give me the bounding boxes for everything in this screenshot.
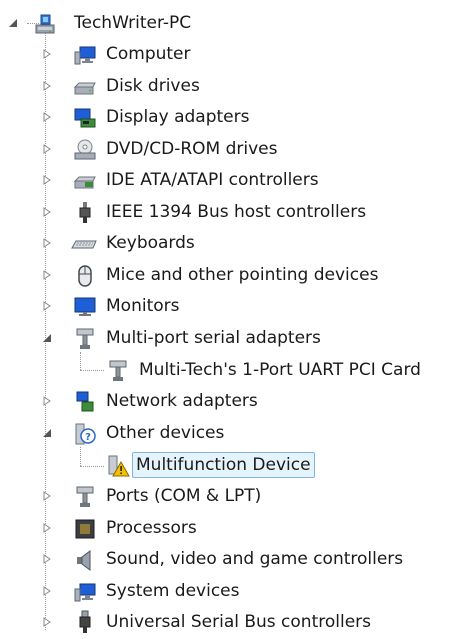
expand-arrow-icon[interactable]: [41, 237, 53, 249]
root-label[interactable]: TechWriter-PC: [70, 10, 195, 36]
tree-item-mice[interactable]: Mice and other pointing devices: [0, 261, 410, 289]
expand-arrow-icon[interactable]: [41, 80, 53, 92]
tree-item-disk-drives[interactable]: Disk drives: [0, 72, 220, 100]
tree-item-processors[interactable]: Processors: [0, 514, 220, 542]
tree-item-label[interactable]: Sound, video and game controllers: [102, 546, 407, 572]
tree-item-monitors[interactable]: Monitors: [0, 292, 220, 320]
tree-item-display-adapters[interactable]: Display adapters: [0, 103, 260, 131]
tree-item-ieee-1394[interactable]: IEEE 1394 Bus host controllers: [0, 198, 390, 226]
tree-item-label[interactable]: Universal Serial Bus controllers: [102, 609, 375, 635]
tree-item-label[interactable]: System devices: [102, 578, 244, 604]
display-adapter-icon: [73, 106, 96, 128]
expand-arrow-icon[interactable]: [41, 269, 53, 281]
processor-chip-icon: [73, 517, 95, 539]
tree-item-label[interactable]: Display adapters: [102, 104, 253, 130]
disk-drive-icon: [73, 75, 96, 97]
tree-item-label[interactable]: IDE ATA/ATAPI controllers: [102, 167, 323, 193]
tree-item-label[interactable]: Other devices: [102, 420, 228, 446]
tree-item-computer[interactable]: Computer: [0, 40, 220, 68]
expand-arrow-icon[interactable]: [41, 48, 53, 60]
tree-item-other-devices[interactable]: ? Other devices: [0, 419, 270, 447]
expand-arrow-icon[interactable]: [41, 585, 53, 597]
serial-port-icon: [73, 327, 95, 349]
tree-item-network-adapters[interactable]: Network adapters: [0, 387, 280, 415]
serial-port-icon: [106, 359, 128, 381]
tree-device-multi-tech-uart[interactable]: Multi-Tech's 1-Port UART PCI Card: [0, 356, 465, 384]
tree-root[interactable]: TechWriter-PC: [0, 9, 240, 37]
tree-item-multi-port-serial[interactable]: Multi-port serial adapters: [0, 324, 360, 352]
collapse-arrow-icon[interactable]: [7, 17, 19, 29]
speaker-icon: [73, 548, 95, 571]
device-tree: TechWriter-PC Computer Disk drives Displ…: [0, 0, 465, 636]
tree-item-label[interactable]: IEEE 1394 Bus host controllers: [102, 199, 370, 225]
expand-arrow-icon[interactable]: [41, 553, 53, 565]
tree-item-keyboards[interactable]: Keyboards: [0, 229, 220, 257]
collapse-arrow-icon[interactable]: [41, 332, 53, 344]
expand-arrow-icon[interactable]: [41, 143, 53, 155]
tree-item-label[interactable]: DVD/CD-ROM drives: [102, 136, 281, 162]
system-devices-icon: [73, 580, 96, 602]
expand-arrow-icon[interactable]: [41, 490, 53, 502]
computer-monitor-icon: [73, 43, 96, 65]
keyboard-icon: [71, 232, 97, 254]
tree-item-label[interactable]: Mice and other pointing devices: [102, 262, 382, 288]
tree-item-label[interactable]: Network adapters: [102, 388, 262, 414]
expand-arrow-icon[interactable]: [41, 395, 53, 407]
tree-item-label[interactable]: Multi-port serial adapters: [102, 325, 325, 351]
warning-device-icon: [106, 454, 130, 477]
mouse-icon: [73, 264, 95, 287]
tree-item-ports[interactable]: Ports (COM & LPT): [0, 482, 300, 510]
unknown-device-icon: ?: [73, 422, 96, 445]
tree-item-label[interactable]: Disk drives: [102, 73, 204, 99]
expand-arrow-icon[interactable]: [41, 522, 53, 534]
ide-controller-icon: [73, 169, 96, 191]
expand-arrow-icon[interactable]: [41, 111, 53, 123]
tree-item-usb-controllers[interactable]: Universal Serial Bus controllers: [0, 608, 400, 636]
collapse-arrow-icon[interactable]: [41, 427, 53, 439]
expand-arrow-icon[interactable]: [41, 616, 53, 628]
tree-item-label[interactable]: Keyboards: [102, 230, 199, 256]
monitor-icon: [73, 295, 96, 317]
tree-item-system-devices[interactable]: System devices: [0, 577, 260, 605]
expand-arrow-icon[interactable]: [41, 300, 53, 312]
tree-item-label[interactable]: Multi-Tech's 1-Port UART PCI Card: [135, 357, 425, 383]
tree-item-label[interactable]: Monitors: [102, 293, 183, 319]
svg-text:?: ?: [85, 432, 91, 443]
expand-arrow-icon[interactable]: [41, 174, 53, 186]
tree-device-multifunction[interactable]: Multifunction Device: [0, 452, 350, 480]
usb-plug-icon: [73, 610, 95, 633]
tree-item-label[interactable]: Processors: [102, 515, 201, 541]
tree-item-ide-controllers[interactable]: IDE ATA/ATAPI controllers: [0, 166, 360, 194]
dvd-drive-icon: [73, 138, 96, 160]
firewire-plug-icon: [73, 201, 95, 223]
tree-item-dvd-drives[interactable]: DVD/CD-ROM drives: [0, 135, 300, 163]
tree-item-sound-video-game[interactable]: Sound, video and game controllers: [0, 545, 440, 573]
tree-item-label[interactable]: Computer: [102, 41, 195, 67]
expand-arrow-icon[interactable]: [41, 206, 53, 218]
tree-item-label[interactable]: Multifunction Device: [132, 452, 315, 478]
network-adapter-icon: [73, 390, 95, 412]
tree-item-label[interactable]: Ports (COM & LPT): [102, 483, 265, 509]
port-icon: [73, 485, 95, 507]
computer-tower-icon: [33, 12, 55, 34]
